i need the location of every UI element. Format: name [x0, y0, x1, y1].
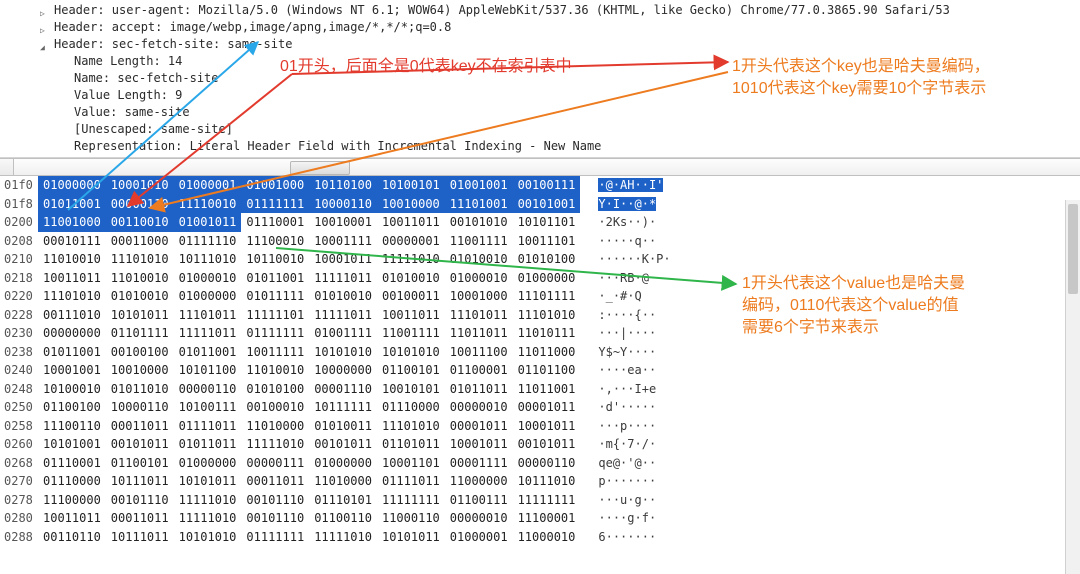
hex-ascii: ·d'····· [580, 398, 656, 417]
hex-bytes: 0101100100000110111100100111111110000110… [38, 195, 580, 214]
hex-row[interactable]: 0200110010000011001001001011011100011001… [0, 213, 1080, 232]
hex-offset: 0200 [0, 213, 38, 232]
hex-bytes: 0000000001101111111110110111111101001111… [38, 324, 580, 343]
hex-bytes: 0001011100011000011111101110001010001111… [38, 232, 580, 251]
hex-row[interactable]: 0210110100101110101010111010101100101000… [0, 250, 1080, 269]
tree-row-accept[interactable]: Header: accept: image/webp,image/apng,im… [16, 19, 1072, 36]
hex-row[interactable]: 0238010110010010010001011001100111111010… [0, 343, 1080, 362]
hex-ascii: ·m{·7·/· [580, 435, 656, 454]
hex-row[interactable]: 0230000000000110111111111011011111110100… [0, 324, 1080, 343]
hex-ascii: ·,···I+e [580, 380, 656, 399]
hex-bytes: 0011011010111011101010100111111111111010… [38, 528, 580, 547]
hex-bytes: 0011101010101011111010111111110111111011… [38, 306, 580, 325]
hex-dump-pane[interactable]: 01f0010000001000101001000001010010001011… [0, 176, 1080, 546]
hex-ascii: p······· [580, 472, 656, 491]
hex-row[interactable]: 0218100110111101001001000010010110011111… [0, 269, 1080, 288]
hex-offset: 0288 [0, 528, 38, 547]
tree-row-value-length[interactable]: Value Length: 9 [16, 87, 1072, 104]
hex-bytes: 0111000010111011101010110001101111010000… [38, 472, 580, 491]
hex-row[interactable]: 0208000101110001100001111110111000101000… [0, 232, 1080, 251]
hex-bytes: 1010001001011010000001100101010000001110… [38, 380, 580, 399]
hex-row[interactable]: 0280100110110001101111111010001011100110… [0, 509, 1080, 528]
hex-ascii: ·2Ks··)· [580, 213, 656, 232]
hex-ascii: ·@·AH··I' [580, 176, 663, 195]
hex-offset: 0240 [0, 361, 38, 380]
packet-details-tree: Header: user-agent: Mozilla/5.0 (Windows… [0, 0, 1080, 158]
hex-row[interactable]: 0270011100001011101110101011000110111101… [0, 472, 1080, 491]
hex-bytes: 0100000010001010010000010100100010110100… [38, 176, 580, 195]
hex-ascii: ·_·#·Q [580, 287, 641, 306]
hex-ascii: ···p···· [580, 417, 656, 436]
hex-row[interactable]: 0278111000000010111011111010001011100111… [0, 491, 1080, 510]
hex-ascii: ·····q·· [580, 232, 656, 251]
hex-ascii: qe@·'@·· [580, 454, 656, 473]
hex-ascii: ······K·P· [580, 250, 670, 269]
hex-offset: 0228 [0, 306, 38, 325]
hex-ascii: Y·I··@·* [580, 195, 656, 214]
hex-row[interactable]: 0288001101101011101110101010011111111111… [0, 528, 1080, 547]
hex-offset: 01f8 [0, 195, 38, 214]
hex-ascii: ····ea·· [580, 361, 656, 380]
hex-row[interactable]: 0260101010010010101101011011111110100010… [0, 435, 1080, 454]
tree-row-sec-fetch-site[interactable]: Header: sec-fetch-site: same-site [16, 36, 1072, 53]
hex-bytes: 0110010010000110101001110010001010111111… [38, 398, 580, 417]
hex-row[interactable]: 0228001110101010101111101011111111011111… [0, 306, 1080, 325]
hex-offset: 0248 [0, 380, 38, 399]
tree-row-representation[interactable]: Representation: Literal Header Field wit… [16, 138, 1072, 155]
hex-offset: 0270 [0, 472, 38, 491]
hex-row[interactable]: 01f8010110010000011011110010011111111000… [0, 195, 1080, 214]
hex-row[interactable]: 01f0010000001000101001000001010010001011… [0, 176, 1080, 195]
hex-offset: 0238 [0, 343, 38, 362]
hex-row[interactable]: 0240100010011001000010101100110100101000… [0, 361, 1080, 380]
tree-row-user-agent[interactable]: Header: user-agent: Mozilla/5.0 (Windows… [16, 2, 1072, 19]
scroll-left-button[interactable] [0, 159, 14, 175]
hex-offset: 0208 [0, 232, 38, 251]
hex-ascii: Y$~Y···· [580, 343, 656, 362]
hex-row[interactable]: 0250011001001000011010100111001000101011… [0, 398, 1080, 417]
hex-bytes: 1000100110010000101011001101001010000000… [38, 361, 580, 380]
hex-ascii: ···RB·@ [580, 269, 649, 288]
tree-row-unescaped[interactable]: [Unescaped: same-site] [16, 121, 1072, 138]
vertical-scrollbar[interactable] [1065, 200, 1080, 574]
hex-row[interactable]: 0258111001100001101101111011110100000101… [0, 417, 1080, 436]
hex-offset: 0218 [0, 269, 38, 288]
hex-ascii: ···|···· [580, 324, 656, 343]
hex-bytes: 1110101001010010010000000101111101010010… [38, 287, 580, 306]
hex-bytes: 0101100100100100010110011001111110101010… [38, 343, 580, 362]
hex-offset: 0258 [0, 417, 38, 436]
tree-row-name[interactable]: Name: sec-fetch-site [16, 70, 1072, 87]
hex-bytes: 1110000000101110111110100010111001110101… [38, 491, 580, 510]
hex-ascii: ···u·g·· [580, 491, 656, 510]
hex-ascii: 6······· [580, 528, 656, 547]
hex-pane-wrapper: 01f0010000001000101001000001010010001011… [0, 158, 1080, 546]
hex-bytes: 1001101100011011111110100010111001100110… [38, 509, 580, 528]
hex-offset: 0280 [0, 509, 38, 528]
hex-row[interactable]: 0220111010100101001001000000010111110101… [0, 287, 1080, 306]
scroll-thumb-h[interactable] [290, 161, 350, 175]
hex-offset: 0230 [0, 324, 38, 343]
hex-offset: 0278 [0, 491, 38, 510]
hex-offset: 0210 [0, 250, 38, 269]
hex-offset: 01f0 [0, 176, 38, 195]
hex-bytes: 0111000101100101010000000000011101000000… [38, 454, 580, 473]
tree-row-name-length[interactable]: Name Length: 14 [16, 53, 1072, 70]
hex-row[interactable]: 0248101000100101101000000110010101000000… [0, 380, 1080, 399]
hex-ascii: :····{·· [580, 306, 656, 325]
hex-row[interactable]: 0268011100010110010101000000000001110100… [0, 454, 1080, 473]
hex-offset: 0250 [0, 398, 38, 417]
scroll-thumb-v[interactable] [1068, 204, 1078, 294]
hex-ascii: ····g·f· [580, 509, 656, 528]
hex-bytes: 1101001011101010101110101011001010001011… [38, 250, 580, 269]
hex-bytes: 1001101111010010010000100101100111111011… [38, 269, 580, 288]
hex-bytes: 1100100000110010010010110111000110010001… [38, 213, 580, 232]
hex-bytes: 1110011000011011011110111101000001010011… [38, 417, 580, 436]
hex-offset: 0268 [0, 454, 38, 473]
hex-offset: 0260 [0, 435, 38, 454]
hex-bytes: 1010100100101011010110111111101000101011… [38, 435, 580, 454]
tree-row-value[interactable]: Value: same-site [16, 104, 1072, 121]
horizontal-scrollbar[interactable] [0, 158, 1080, 176]
hex-offset: 0220 [0, 287, 38, 306]
